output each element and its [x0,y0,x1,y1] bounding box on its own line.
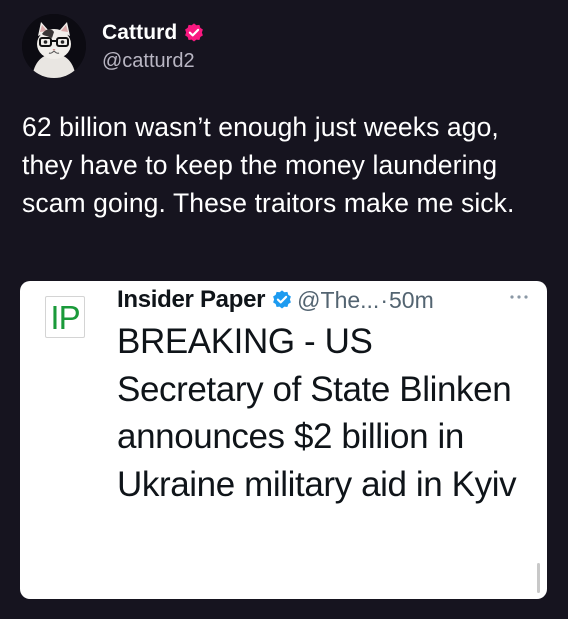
cat-with-glasses-avatar-icon [22,14,86,78]
quoted-timestamp[interactable]: 50m [389,287,434,314]
author-display-name[interactable]: Catturd [102,21,177,45]
avatar[interactable] [22,14,86,78]
insider-paper-logo[interactable]: IP [45,296,85,338]
more-dots-icon[interactable] [508,289,530,299]
quoted-tweet-text: BREAKING - US Secretary of State Blinken… [117,322,517,504]
author-name-row: Catturd [102,19,205,47]
verified-badge-icon [183,22,205,44]
tweet-text: 62 billion wasn’t enough just weeks ago,… [22,112,515,218]
author-handle[interactable]: @catturd2 [102,50,195,73]
tweet-header: Catturd @catturd2 [22,14,542,80]
quoted-separator: · [380,286,388,313]
scrollbar[interactable] [537,563,540,593]
quoted-verified-badge-icon [271,289,293,311]
quoted-author-handle[interactable]: @The... [297,287,379,314]
quoted-tweet-card[interactable]: IP Insider Paper @The... · 50m BREAKING … [20,281,547,599]
quoted-tweet-header: Insider Paper @The... · 50m [117,285,434,315]
quoted-author-display-name[interactable]: Insider Paper [117,286,265,314]
